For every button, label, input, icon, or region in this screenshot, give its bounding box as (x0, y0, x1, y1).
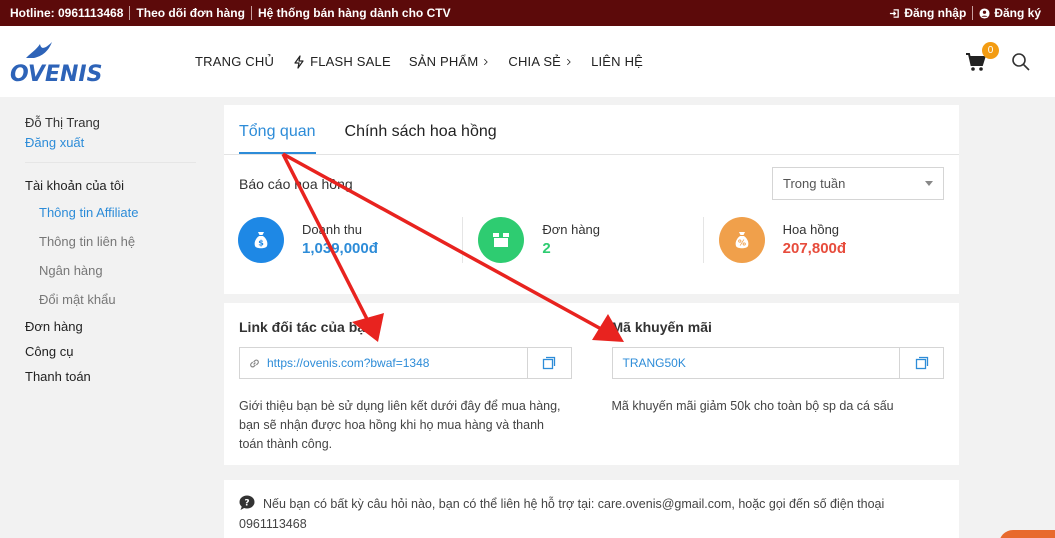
report-header: Báo cáo hoa hồng Trong tuần (224, 155, 959, 200)
register-link[interactable]: Đăng ký (972, 6, 1047, 20)
nav-flash-sale[interactable]: FLASH SALE (283, 54, 400, 69)
stat-commission: % Hoa hồng 207,800đ (702, 217, 959, 263)
promo-field: TRANG50K (611, 347, 944, 379)
stat-orders-label: Đơn hàng (542, 222, 601, 237)
sidebar-item-payment[interactable]: Thanh toán (25, 364, 200, 389)
stat-orders-value: 2 (542, 240, 551, 257)
header-tools: 0 (965, 41, 1045, 73)
money-bag-icon: $ (238, 217, 284, 263)
link-icon (250, 359, 259, 367)
track-order-link[interactable]: Theo dõi đơn hàng (130, 6, 252, 20)
promo-section: Mã khuyến mãi TRANG50K Mã khuyến mãi giả… (611, 319, 944, 454)
stat-revenue: $ Doanh thu 1,039,000đ (238, 217, 478, 263)
nav-products-label: SẢN PHẨM (408, 54, 479, 69)
svg-text:$: $ (258, 239, 264, 248)
login-label: Đăng nhập (904, 6, 967, 20)
site-logo[interactable]: OVENIS (10, 40, 105, 87)
site-header: OVENIS TRANG CHỦ FLASH SALE SẢN PHẨM CHI… (0, 26, 1055, 97)
affiliate-columns: Link đối tác của bạn https://ovenis.com?… (224, 303, 959, 454)
partner-link-value: https://ovenis.com?bwaf=1348 (267, 356, 430, 370)
period-select-value: Trong tuần (783, 176, 846, 191)
ctv-system-link[interactable]: Hệ thống bán hàng dành cho CTV (252, 6, 457, 20)
percent-bag-icon: % (718, 217, 765, 263)
main-nav: TRANG CHỦ FLASH SALE SẢN PHẨM CHIA SẺ LI… (193, 54, 652, 69)
overview-card: Tổng quan Chính sách hoa hồng Báo cáo ho… (224, 105, 959, 294)
cart-button[interactable]: 0 (965, 41, 999, 73)
register-icon (979, 7, 990, 19)
nav-share[interactable]: CHIA SẺ (499, 54, 582, 69)
cart-count-badge: 0 (982, 41, 999, 59)
stat-commission-label: Hoa hồng (782, 222, 840, 237)
sidebar-item-orders[interactable]: Đơn hàng (25, 314, 200, 339)
partner-link-field: https://ovenis.com?bwaf=1348 (239, 347, 572, 379)
chevron-right-icon (567, 58, 571, 65)
report-title: Báo cáo hoa hồng (239, 175, 353, 192)
search-icon[interactable] (1011, 52, 1031, 72)
box-icon (478, 217, 525, 263)
sidebar-item-account[interactable]: Tài khoản của tôi (25, 173, 200, 198)
help-phone: 0961113468 (239, 517, 307, 531)
bird-logo-icon (26, 41, 52, 58)
hotline[interactable]: Hotline: 0961113468 (8, 6, 131, 20)
help-text: Nếu bạn có bất kỳ câu hỏi nào, bạn có th… (263, 497, 885, 511)
logo-text: OVENIS (10, 61, 103, 87)
stat-commission-value: 207,800đ (782, 240, 847, 257)
account-sidebar: Đỗ Thị Trang Đăng xuất Tài khoản của tôi… (25, 113, 200, 389)
affiliate-tools-card: Link đối tác của bạn https://ovenis.com?… (224, 303, 959, 465)
sidebar-item-affiliate[interactable]: Thông tin Affiliate (25, 198, 200, 227)
partner-link-section: Link đối tác của bạn https://ovenis.com?… (239, 319, 572, 454)
partner-link-input[interactable]: https://ovenis.com?bwaf=1348 (240, 348, 527, 378)
copy-promo-button[interactable] (899, 348, 943, 378)
nav-home-label: TRANG CHỦ (195, 54, 275, 69)
period-select[interactable]: Trong tuần (772, 167, 944, 200)
promo-title: Mã khuyến mãi (611, 319, 712, 335)
login-link[interactable]: Đăng nhập (883, 6, 972, 20)
nav-flash-sale-label: FLASH SALE (310, 54, 391, 69)
account-links: Đăng nhập Đăng ký (883, 6, 1047, 20)
sidebar-item-change-password[interactable]: Đổi mật khẩu (25, 285, 200, 314)
stat-revenue-label: Doanh thu (302, 222, 362, 237)
sidebar-item-bank[interactable]: Ngân hàng (25, 256, 200, 285)
sidebar-item-contact-info[interactable]: Thông tin liên hệ (25, 227, 200, 256)
stat-orders: Đơn hàng 2 (462, 217, 718, 263)
svg-text:?: ? (244, 499, 249, 509)
login-icon (890, 8, 900, 18)
nav-contact-label: LIÊN HỆ (591, 54, 644, 69)
chat-question-icon: ? (239, 495, 255, 510)
copy-icon (915, 356, 928, 370)
copy-link-button[interactable] (526, 348, 571, 378)
stats-row: $ Doanh thu 1,039,000đ Đơn hàng 2 % Hoa … (224, 217, 959, 263)
tab-bar: Tổng quan Chính sách hoa hồng (224, 105, 959, 155)
user-name: Đỗ Thị Trang (25, 115, 100, 130)
sidebar-divider (25, 162, 196, 163)
top-bar: Hotline: 0961113468 Theo dõi đơn hàng Hệ… (0, 0, 1055, 26)
promo-code-value: TRANG50K (622, 356, 686, 370)
lightning-icon (294, 54, 304, 69)
partner-link-title: Link đối tác của bạn (239, 319, 374, 335)
svg-text:%: % (738, 239, 746, 248)
tab-overview[interactable]: Tổng quan (239, 123, 316, 154)
nav-share-label: CHIA SẺ (508, 54, 562, 69)
caret-down-icon (925, 181, 933, 186)
register-label: Đăng ký (994, 6, 1041, 20)
nav-products[interactable]: SẢN PHẨM (400, 54, 500, 69)
floating-chat-tab[interactable] (999, 530, 1055, 538)
promo-description: Mã khuyến mãi giảm 50k cho toàn bộ sp da… (611, 399, 894, 413)
logout-link[interactable]: Đăng xuất (25, 133, 200, 153)
help-card: ? Nếu bạn có bất kỳ câu hỏi nào, bạn có t… (224, 480, 959, 538)
promo-code-input[interactable]: TRANG50K (613, 348, 900, 378)
copy-icon (542, 356, 556, 370)
stat-revenue-value: 1,039,000đ (302, 240, 378, 257)
sidebar-item-tools[interactable]: Công cụ (25, 339, 200, 364)
chevron-right-icon (484, 58, 489, 65)
nav-contact[interactable]: LIÊN HỆ (582, 54, 652, 69)
nav-home[interactable]: TRANG CHỦ (193, 54, 283, 69)
partner-link-description: Giới thiệu bạn bè sử dụng liên kết dưới … (239, 399, 561, 451)
tab-commission-policy[interactable]: Chính sách hoa hồng (345, 123, 497, 154)
